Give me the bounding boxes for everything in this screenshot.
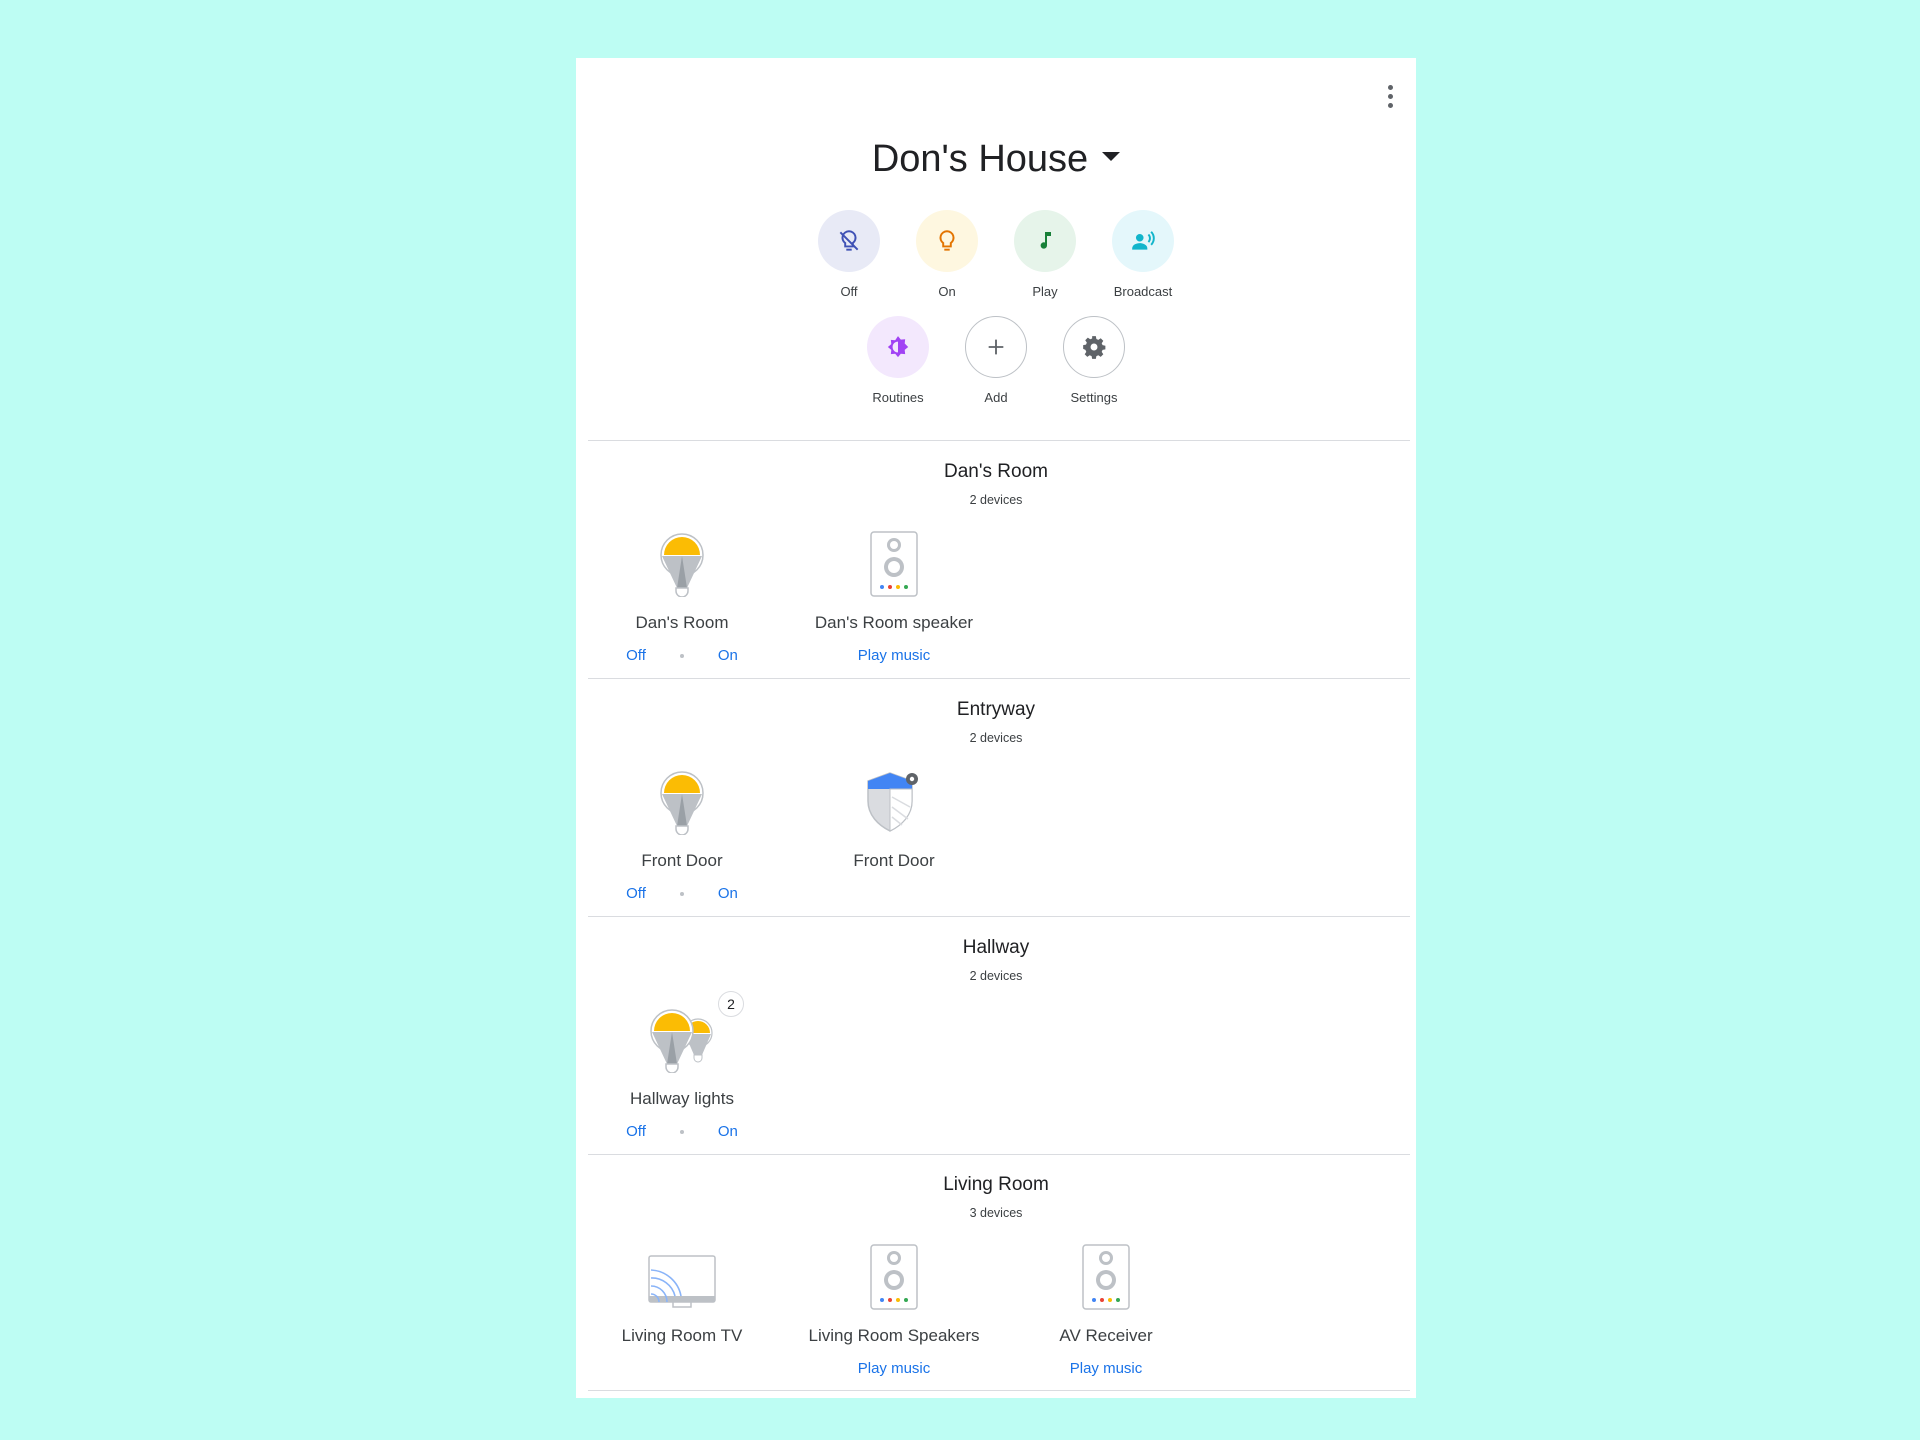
device-name: AV Receiver <box>1059 1326 1153 1345</box>
device-tile[interactable]: AV Receiver <box>1006 1240 1206 1346</box>
room-device-count: 2 devices <box>969 731 1023 745</box>
music-note-icon <box>1014 210 1076 272</box>
lights-off-button[interactable]: Off <box>818 210 880 299</box>
speaker-controls: Play music <box>794 647 994 664</box>
more-options-icon[interactable] <box>1376 76 1404 116</box>
device-name: Living Room TV <box>621 1326 743 1345</box>
play-music-link[interactable]: Play music <box>858 1360 931 1377</box>
room-title: Hallway <box>962 937 1030 958</box>
device-tile[interactable]: Living Room Speakers <box>794 1240 994 1346</box>
separator-dot <box>679 653 684 658</box>
room-device-count: 2 devices <box>969 969 1023 983</box>
room-living-room: Living Room 3 devices Living Room TV Liv… <box>576 1154 1416 1390</box>
play-music-link[interactable]: Play music <box>1070 1360 1143 1377</box>
separator-dot <box>679 891 684 896</box>
room-entryway: Entryway 2 devices Front Door Off On Fro… <box>576 679 1416 916</box>
room-device-count: 2 devices <box>969 493 1023 507</box>
device-name: Front Door <box>853 851 935 870</box>
security-shield-icon <box>794 765 994 835</box>
device-name: Dan's Room speaker <box>814 613 974 632</box>
action-label: Broadcast <box>1113 284 1173 299</box>
quick-actions-row-2: Routines Add Settings <box>576 316 1416 405</box>
routines-icon <box>867 316 929 378</box>
separator-dot <box>679 1129 684 1134</box>
light-group-icon: 2 <box>582 991 782 1073</box>
action-label: Play <box>1032 284 1058 299</box>
speaker-icon <box>1006 1240 1206 1310</box>
add-button[interactable]: Add <box>965 316 1027 405</box>
room-device-count: 3 devices <box>969 1206 1023 1220</box>
light-controls: Off On <box>582 885 782 902</box>
on-link[interactable]: On <box>718 885 738 902</box>
home-name: Don's House <box>871 138 1089 180</box>
home-selector[interactable]: Don's House <box>576 138 1416 181</box>
cast-tv-icon <box>582 1240 782 1310</box>
off-link[interactable]: Off <box>626 885 646 902</box>
broadcast-icon <box>1112 210 1174 272</box>
light-off-icon <box>818 210 880 272</box>
room-dans-room: Dan's Room 2 devices Dan's Room Off On D… <box>576 441 1416 678</box>
device-count-badge: 2 <box>718 991 744 1017</box>
routines-button[interactable]: Routines <box>867 316 929 405</box>
device-name: Front Door <box>641 851 723 870</box>
device-tile[interactable]: Dan's Room speaker <box>794 527 994 633</box>
speaker-icon <box>794 527 994 597</box>
device-name: Hallway lights <box>630 1089 734 1108</box>
plus-icon <box>965 316 1027 378</box>
action-label: Off <box>840 284 858 299</box>
settings-button[interactable]: Settings <box>1063 316 1125 405</box>
device-tile[interactable]: 2 Hallway lights <box>582 991 782 1109</box>
divider <box>588 1390 1410 1391</box>
room-hallway: Hallway 2 devices 2 Hallway lights Off O… <box>576 917 1416 1154</box>
device-tile[interactable]: Front Door <box>794 765 994 871</box>
room-title: Entryway <box>956 699 1036 720</box>
quick-actions-row-1: Off On Play Broadcast <box>576 210 1416 299</box>
off-link[interactable]: Off <box>626 1123 646 1140</box>
light-controls: Off On <box>582 1123 782 1140</box>
action-label: Routines <box>872 390 924 405</box>
action-label: Settings <box>1070 390 1118 405</box>
speaker-controls: Play music <box>794 1360 994 1377</box>
device-tile[interactable]: Living Room TV <box>582 1240 782 1346</box>
device-name: Living Room Speakers <box>808 1326 980 1345</box>
light-on-icon <box>916 210 978 272</box>
room-title: Dan's Room <box>944 461 1048 482</box>
lights-on-button[interactable]: On <box>916 210 978 299</box>
device-tile[interactable]: Front Door <box>582 765 782 871</box>
device-name: Dan's Room <box>635 613 729 632</box>
speaker-icon <box>794 1240 994 1310</box>
action-label: On <box>938 284 956 299</box>
gear-icon <box>1063 316 1125 378</box>
light-bulb-icon <box>582 527 782 597</box>
caret-down-icon <box>1102 152 1121 162</box>
light-controls: Off On <box>582 647 782 664</box>
play-music-link[interactable]: Play music <box>858 647 931 664</box>
device-tile[interactable]: Dan's Room <box>582 527 782 633</box>
play-button[interactable]: Play <box>1014 210 1076 299</box>
app-window: Don's House Off On Play Broadcast Routin… <box>576 58 1416 1398</box>
action-label: Add <box>984 390 1008 405</box>
light-bulb-icon <box>582 765 782 835</box>
off-link[interactable]: Off <box>626 647 646 664</box>
broadcast-button[interactable]: Broadcast <box>1112 210 1174 299</box>
on-link[interactable]: On <box>718 647 738 664</box>
room-title: Living Room <box>943 1174 1049 1195</box>
speaker-controls: Play music <box>1006 1360 1206 1377</box>
on-link[interactable]: On <box>718 1123 738 1140</box>
